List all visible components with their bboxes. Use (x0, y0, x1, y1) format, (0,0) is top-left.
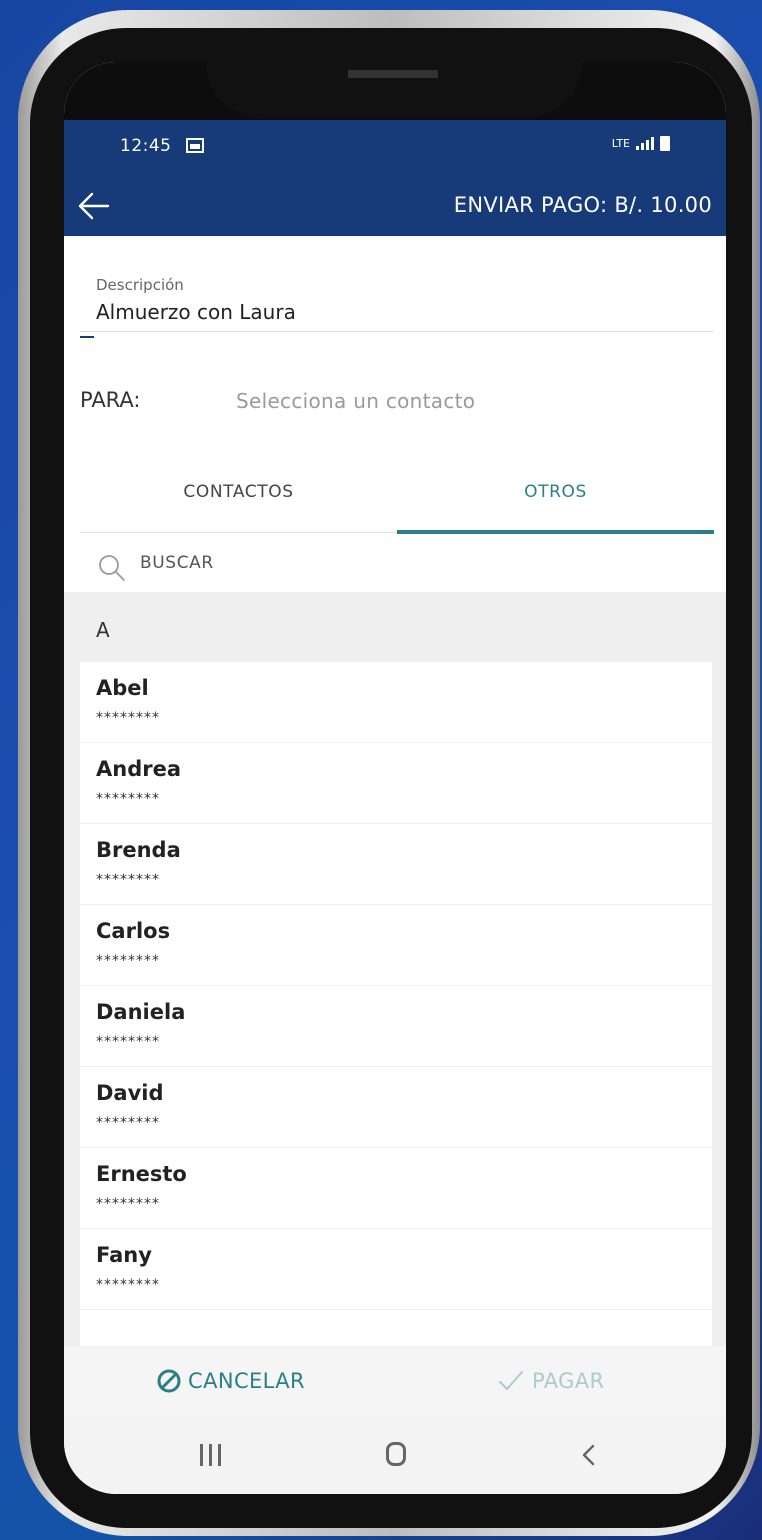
contact-name: David (96, 1081, 164, 1105)
cancel-label: CANCELAR (188, 1369, 306, 1393)
system-nav-bar (64, 1418, 726, 1494)
contact-tabs: CONTACTOS OTROS (80, 462, 714, 534)
phone-screen: 12:45 LTE ENVIAR PAGO: B/. 10.00 Descrip… (64, 62, 726, 1494)
contact-masked-number: ******** (96, 1034, 160, 1050)
pay-button[interactable]: PAGAR (496, 1368, 605, 1394)
pay-label: PAGAR (532, 1369, 605, 1393)
status-bar: 12:45 LTE (64, 120, 726, 176)
contact-item[interactable]: Carlos ******** (80, 905, 712, 986)
contact-name: Andrea (96, 757, 182, 781)
recents-icon[interactable] (200, 1444, 221, 1466)
section-header-letter: A (96, 618, 110, 642)
contact-item[interactable]: Brenda ******** (80, 824, 712, 905)
image-notification-icon (186, 138, 204, 153)
contact-item[interactable]: Fany ******** (80, 1229, 712, 1310)
camera-notch (206, 62, 582, 118)
speaker-grille (348, 70, 438, 78)
contact-list: Abel ******** Andrea ******** Brenda ***… (80, 662, 712, 1348)
status-time: 12:45 (120, 136, 172, 156)
search-icon (99, 555, 125, 581)
text-cursor (80, 336, 94, 338)
description-underline (80, 331, 714, 332)
page-title: ENVIAR PAGO: B/. 10.00 (453, 193, 712, 217)
contact-item[interactable]: Andrea ******** (80, 743, 712, 824)
contact-item[interactable]: David ******** (80, 1067, 712, 1148)
contact-name: Daniela (96, 1000, 186, 1024)
contact-item[interactable]: Daniela ******** (80, 986, 712, 1067)
back-icon[interactable] (574, 1440, 604, 1470)
lte-indicator: LTE (611, 137, 630, 150)
contact-masked-number: ******** (96, 1277, 160, 1293)
description-field[interactable]: Almuerzo con Laura (96, 300, 296, 324)
search-input[interactable]: BUSCAR (140, 553, 214, 573)
cancel-button[interactable]: CANCELAR (156, 1368, 305, 1394)
status-indicators: LTE (612, 136, 670, 151)
contact-masked-number: ******** (96, 953, 160, 969)
search-bar[interactable]: BUSCAR (80, 538, 714, 592)
home-icon[interactable] (386, 1442, 406, 1466)
contact-item[interactable]: Abel ******** (80, 662, 712, 743)
description-label: Descripción (96, 276, 184, 294)
action-bar: CANCELAR PAGAR (64, 1346, 726, 1418)
contact-name: Abel (96, 676, 149, 700)
back-arrow-icon[interactable] (74, 188, 114, 224)
recipient-label: PARA: (80, 388, 141, 412)
contact-masked-number: ******** (96, 872, 160, 888)
contact-masked-number: ******** (96, 1115, 160, 1131)
tab-contactos[interactable]: CONTACTOS (80, 482, 397, 502)
recipient-select[interactable]: Selecciona un contacto (236, 389, 475, 413)
contact-item[interactable]: Ernesto ******** (80, 1148, 712, 1229)
contact-name: Brenda (96, 838, 181, 862)
tab-otros[interactable]: OTROS (397, 482, 714, 502)
signal-icon (636, 136, 654, 150)
contact-masked-number: ******** (96, 791, 160, 807)
battery-icon (660, 136, 670, 151)
cancel-icon (157, 1369, 181, 1393)
check-icon (499, 1371, 523, 1390)
contact-masked-number: ******** (96, 1196, 160, 1212)
contact-masked-number: ******** (96, 710, 160, 726)
tab-indicator (397, 530, 714, 534)
contact-name: Carlos (96, 919, 171, 943)
contact-name: Ernesto (96, 1162, 187, 1186)
app-bar: ENVIAR PAGO: B/. 10.00 (64, 176, 726, 236)
contact-name: Fany (96, 1243, 152, 1267)
payment-form: Descripción Almuerzo con Laura PARA: Sel… (64, 236, 726, 1352)
